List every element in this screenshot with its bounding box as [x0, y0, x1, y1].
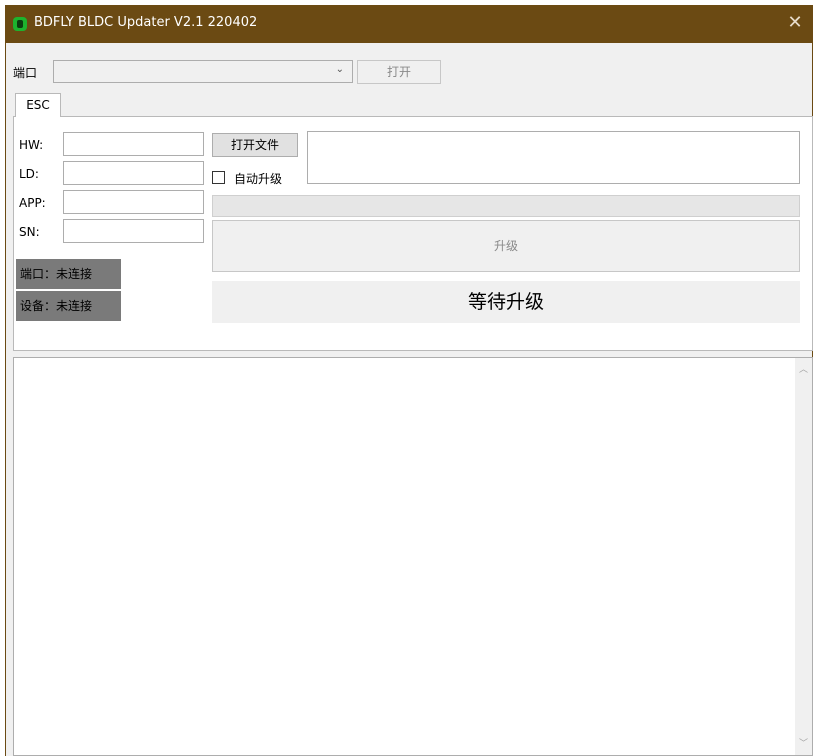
chevron-down-icon[interactable]: ⌄ [336, 64, 344, 75]
close-button[interactable]: ✕ [784, 12, 806, 34]
scroll-down-icon[interactable]: ﹀ [795, 736, 812, 753]
ld-label: LD: [19, 167, 39, 181]
title-bar[interactable]: BDFLY BLDC Updater V2.1 220402 ✕ [6, 5, 812, 43]
upgrade-button[interactable]: 升级 [212, 220, 800, 272]
ld-field[interactable] [63, 161, 204, 185]
app-field[interactable] [63, 190, 204, 214]
log-output[interactable]: ︿ ﹀ [13, 357, 813, 756]
hw-label: HW: [19, 138, 44, 152]
tab-esc[interactable]: ESC [15, 93, 61, 117]
file-path-field[interactable] [307, 131, 800, 184]
hw-field[interactable] [63, 132, 204, 156]
scroll-up-icon[interactable]: ︿ [795, 362, 812, 379]
app-window: BDFLY BLDC Updater V2.1 220402 ✕ 端口 ⌄ 打开… [5, 5, 813, 756]
app-icon [13, 17, 27, 31]
upgrade-status-text: 等待升级 [212, 281, 800, 323]
app-label: APP: [19, 196, 46, 210]
device-status-label: 设备：未连接 [16, 291, 121, 321]
log-scrollbar[interactable]: ︿ ﹀ [795, 358, 812, 755]
open-port-button[interactable]: 打开 [357, 60, 441, 84]
sn-label: SN: [19, 225, 40, 239]
port-select[interactable]: ⌄ [53, 60, 353, 83]
upgrade-progress-bar [212, 195, 800, 217]
auto-upgrade-checkbox[interactable] [212, 171, 225, 184]
port-label: 端口 [13, 66, 38, 80]
auto-upgrade-label[interactable]: 自动升级 [234, 170, 282, 187]
sn-field[interactable] [63, 219, 204, 243]
port-status-label: 端口：未连接 [16, 259, 121, 289]
window-title: BDFLY BLDC Updater V2.1 220402 [34, 15, 258, 30]
open-file-button[interactable]: 打开文件 [212, 133, 298, 157]
